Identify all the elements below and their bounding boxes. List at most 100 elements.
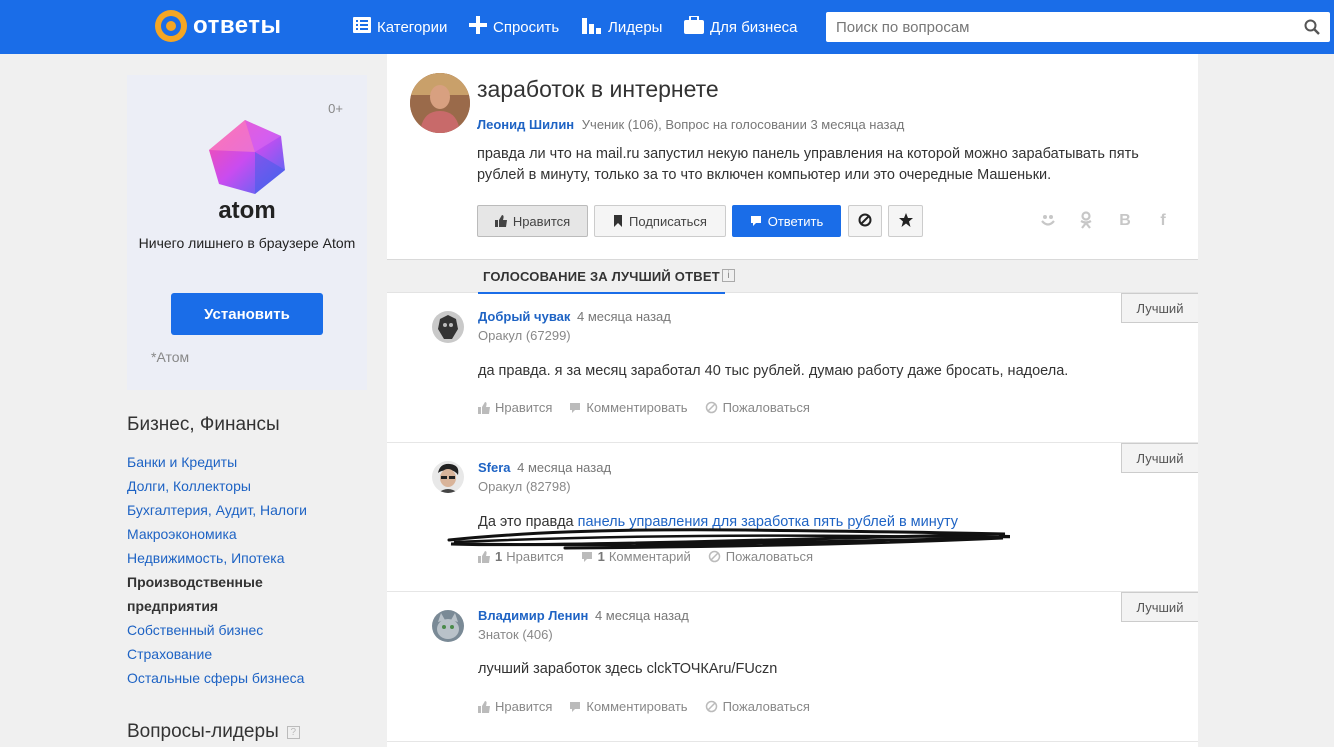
answer-time: 4 месяца назад xyxy=(517,460,612,475)
category-item[interactable]: Собственный бизнес xyxy=(127,618,357,642)
favorite-button[interactable] xyxy=(888,205,923,237)
answer-button[interactable]: Ответить xyxy=(732,205,841,237)
best-answer-button[interactable]: Лучший xyxy=(1121,293,1198,323)
odnoklassniki-icon[interactable] xyxy=(1076,211,1096,231)
facebook-icon[interactable]: f xyxy=(1153,211,1173,231)
nav-ask[interactable]: Спросить xyxy=(469,0,559,54)
category-item[interactable]: Недвижимость, Ипотека xyxy=(127,546,357,570)
report-icon xyxy=(705,401,718,414)
scribble-annotation xyxy=(447,528,1010,550)
search-input[interactable] xyxy=(826,12,1286,42)
comment-label: Комментировать xyxy=(586,699,688,714)
answer-actions: Нравится Комментировать Пожаловаться xyxy=(478,699,827,714)
author-link[interactable]: Добрый чувак xyxy=(478,309,570,324)
ad-brand-name: atom xyxy=(218,197,276,224)
info-icon[interactable]: i xyxy=(722,269,735,282)
subscribe-button[interactable]: Подписаться xyxy=(594,205,726,237)
comment-icon xyxy=(750,215,762,227)
comment-icon xyxy=(569,402,581,414)
report-label: Пожаловаться xyxy=(722,400,810,415)
logo[interactable]: ответы xyxy=(155,10,282,42)
best-answer-button[interactable]: Лучший xyxy=(1121,592,1198,622)
nav-label: Для бизнеса xyxy=(710,18,798,36)
briefcase-icon xyxy=(684,15,704,38)
vk-icon[interactable]: B xyxy=(1115,211,1135,231)
like-label: Нравится xyxy=(495,400,553,415)
question-card: заработок в интернете Леонид Шилин Учени… xyxy=(387,54,1198,747)
answer-like[interactable]: Нравится xyxy=(478,400,552,415)
thumbs-up-icon xyxy=(494,215,507,227)
nav-label: Категории xyxy=(377,18,448,36)
author-link[interactable]: Sfera xyxy=(478,460,511,475)
leaders-title-text: Вопросы-лидеры xyxy=(127,721,279,742)
author-link[interactable]: Владимир Ленин xyxy=(478,608,588,623)
vote-bar: ГОЛОСОВАНИЕ ЗА ЛУЧШИЙ ОТВЕТ i xyxy=(387,259,1198,294)
category-item[interactable]: Банки и Кредиты xyxy=(127,450,357,474)
install-button[interactable]: Установить xyxy=(171,293,323,335)
star-icon xyxy=(898,212,913,230)
search-box xyxy=(826,12,1330,42)
like-button[interactable]: Нравится xyxy=(477,205,588,237)
author-link[interactable]: Леонид Шилин xyxy=(477,117,574,132)
answer-text: лучший заработок здесь clckТОЧКАru/FUczn xyxy=(478,661,778,677)
avatar[interactable] xyxy=(432,610,464,642)
comment-label: Комментировать xyxy=(586,400,688,415)
category-item[interactable]: Остальные сферы бизнеса xyxy=(127,666,357,690)
moi-mir-icon[interactable] xyxy=(1038,211,1058,231)
author-rank: Оракул (67299) xyxy=(478,328,571,343)
subscribe-label: Подписаться xyxy=(629,213,707,229)
category-item[interactable]: Долги, Коллекторы xyxy=(127,474,357,498)
answer-actions: Нравится Комментировать Пожаловаться xyxy=(478,400,827,415)
nav-label: Лидеры xyxy=(608,18,663,36)
answer-report[interactable]: Пожаловаться xyxy=(705,400,810,415)
author-rank: Оракул (82798) xyxy=(478,479,571,494)
author-rank: Знаток (406) xyxy=(478,627,553,642)
nav-categories[interactable]: Категории xyxy=(353,0,447,54)
block-button[interactable] xyxy=(848,205,882,237)
leaders-title: Вопросы-лидеры ? xyxy=(127,721,300,743)
avatar[interactable] xyxy=(432,461,464,493)
tab-vote-best[interactable]: ГОЛОСОВАНИЕ ЗА ЛУЧШИЙ ОТВЕТ xyxy=(478,260,725,294)
best-answer-button[interactable]: Лучший xyxy=(1121,443,1198,473)
answer-report[interactable]: Пожаловаться xyxy=(705,699,810,714)
answer-header: Владимир Ленин 4 месяца назад xyxy=(478,608,689,623)
thumbs-up-icon xyxy=(478,700,490,713)
category-item[interactable]: Бухгалтерия, Аудит, Налоги xyxy=(127,498,357,522)
avatar[interactable] xyxy=(410,73,470,133)
help-icon[interactable]: ? xyxy=(286,725,300,739)
nav-label: Спросить xyxy=(493,18,560,36)
nav-leaders[interactable]: Лидеры xyxy=(582,0,662,54)
category-item[interactable]: Страхование xyxy=(127,642,357,666)
ad-source: *Атом xyxy=(151,349,190,365)
search-icon[interactable] xyxy=(1304,19,1320,35)
ad-banner[interactable]: 0+ atom Ничего лишнего в браузере Atom У… xyxy=(127,75,367,390)
logo-text: ответы xyxy=(193,12,282,39)
thumbs-up-icon xyxy=(478,401,490,414)
like-label: Нравится xyxy=(512,213,571,229)
question-meta: Леонид Шилин Ученик (106), Вопрос на гол… xyxy=(477,117,904,132)
avatar[interactable] xyxy=(432,311,464,343)
block-icon xyxy=(858,213,872,230)
category-item-active[interactable]: Производственные предприятия xyxy=(127,570,357,618)
category-item[interactable]: Макроэкономика xyxy=(127,522,357,546)
answer-item: Добрый чувак 4 месяца назад Оракул (6729… xyxy=(387,293,1198,443)
answer-header: Добрый чувак 4 месяца назад xyxy=(478,309,671,324)
report-label: Пожаловаться xyxy=(722,699,810,714)
like-label: Нравится xyxy=(495,699,553,714)
category-list: Банки и Кредиты Долги, Коллекторы Бухгал… xyxy=(127,450,357,690)
at-logo-icon xyxy=(155,10,187,42)
age-rating: 0+ xyxy=(328,101,343,116)
report-icon xyxy=(705,700,718,713)
question-body: правда ли что на mail.ru запустил некую … xyxy=(477,146,1139,183)
answer-text: да правда. я за месяц заработал 40 тыс р… xyxy=(478,363,1069,379)
nav-business[interactable]: Для бизнеса xyxy=(684,0,798,54)
answer-comment[interactable]: Комментировать xyxy=(569,400,688,415)
bookmark-icon xyxy=(613,215,623,227)
answer-item: Владимир Ленин 4 месяца назад Знаток (40… xyxy=(387,592,1198,742)
answer-comment[interactable]: Комментировать xyxy=(569,699,688,714)
question-meta-text: Ученик (106), Вопрос на голосовании 3 ме… xyxy=(581,117,905,132)
bar-chart-icon xyxy=(582,16,602,38)
question-title: заработок в интернете xyxy=(477,76,719,102)
answer-like[interactable]: Нравится xyxy=(478,699,552,714)
atom-logo-icon xyxy=(205,118,289,201)
